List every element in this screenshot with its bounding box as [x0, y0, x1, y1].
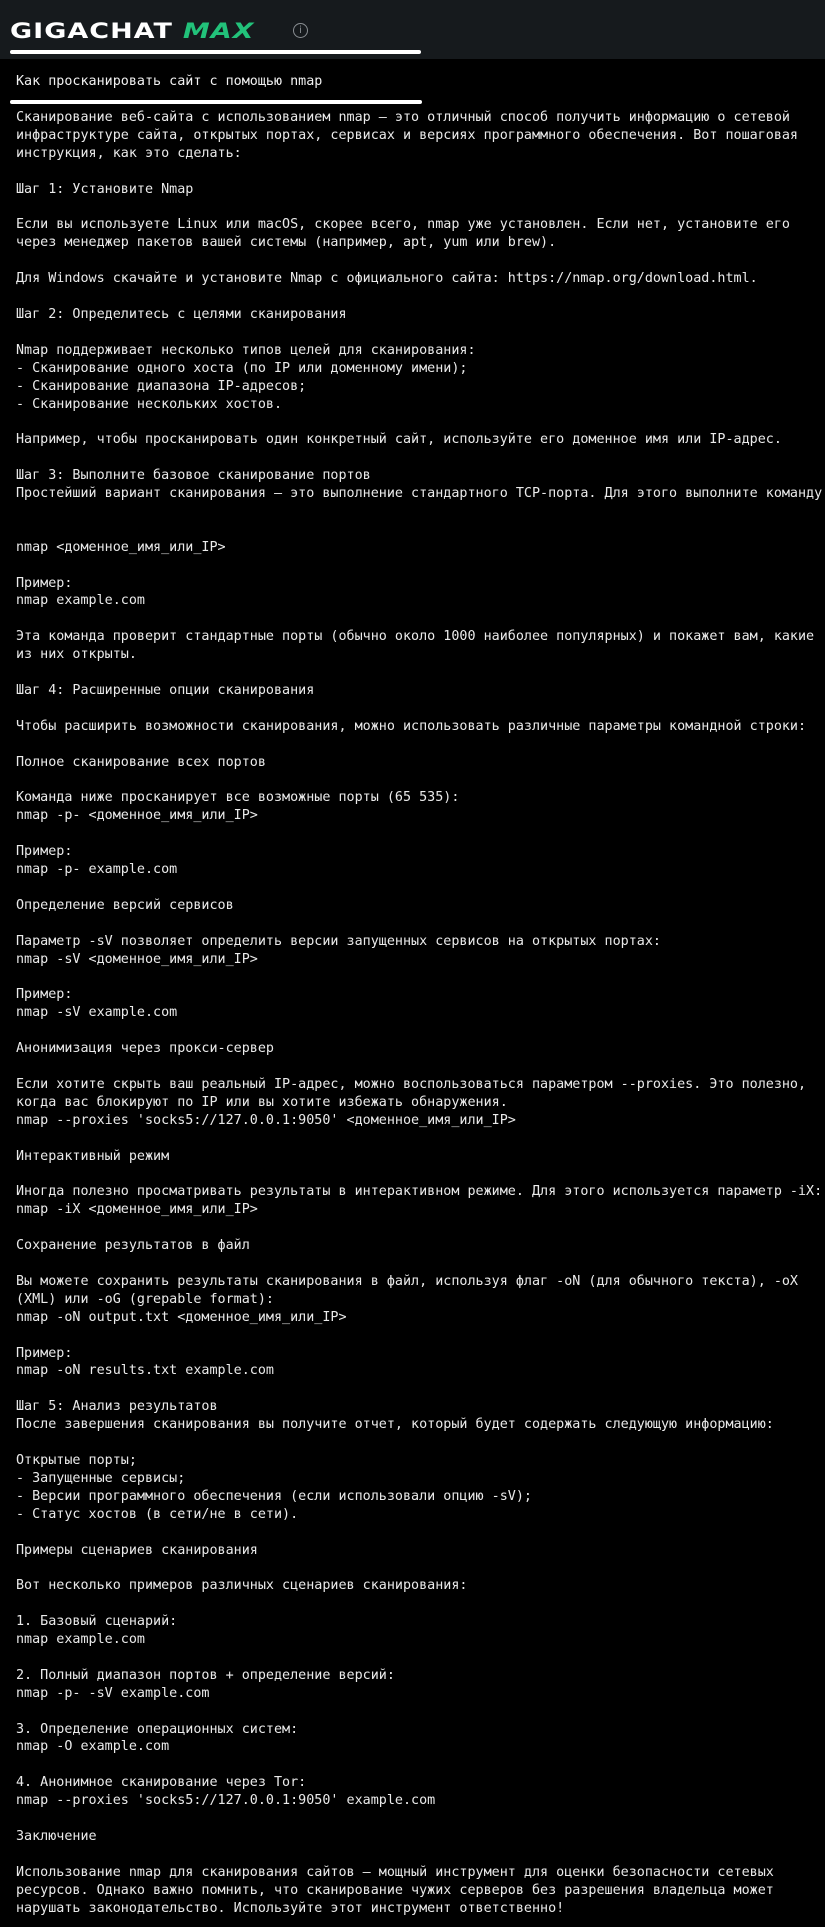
app-logo: GIGACHAT MAX: [10, 14, 255, 48]
app-header: GIGACHAT MAX i: [0, 0, 825, 59]
header-underline: [10, 50, 421, 54]
logo-accent-text: MAX: [182, 18, 255, 44]
question-underline: [10, 100, 422, 104]
logo-text: GIGACHAT: [10, 18, 173, 44]
assistant-answer: Сканирование веб-сайта с использованием …: [16, 110, 825, 1916]
user-question: Как просканировать сайт с помощью nmap: [0, 67, 825, 99]
question-text: Как просканировать сайт с помощью nmap: [16, 74, 323, 89]
info-icon[interactable]: i: [293, 23, 308, 38]
